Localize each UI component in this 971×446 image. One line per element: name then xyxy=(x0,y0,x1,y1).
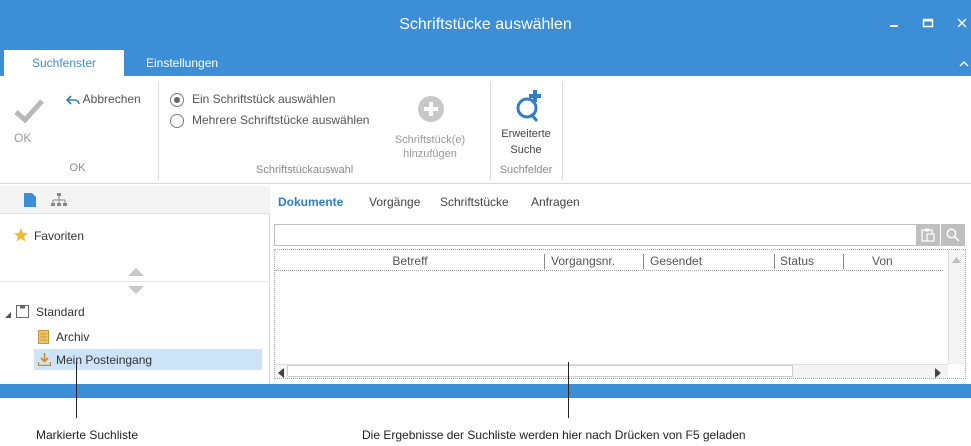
move-up-button[interactable] xyxy=(128,266,144,280)
hierarchy-icon xyxy=(51,193,67,206)
star-icon xyxy=(14,228,28,245)
extended-search-label-2: Suche xyxy=(510,144,542,156)
extended-search-label-1: Erweiterte xyxy=(501,128,551,140)
minimize-button[interactable] xyxy=(884,14,904,34)
inbox-icon xyxy=(37,353,52,369)
extended-search-button[interactable] xyxy=(513,88,545,127)
results-grid[interactable] xyxy=(274,249,966,379)
minimize-icon xyxy=(890,25,898,27)
annotation-selected-list: Markierte Suchliste xyxy=(36,428,139,442)
scroll-thumb[interactable] xyxy=(287,365,793,377)
tree-item-archive[interactable]: Archiv xyxy=(56,330,89,344)
favorites-item[interactable]: Favoriten xyxy=(34,229,84,243)
tree-item-inbox-label: Mein Posteingang xyxy=(56,353,153,367)
splitter[interactable] xyxy=(0,281,270,282)
scroll-right-icon[interactable] xyxy=(934,367,942,381)
scroll-up-icon[interactable] xyxy=(951,253,962,267)
column-header-betreff[interactable]: Betreff xyxy=(380,254,440,268)
column-header-von[interactable]: Von xyxy=(872,254,893,268)
expand-triangle-icon[interactable] xyxy=(4,308,12,322)
column-separator[interactable] xyxy=(843,254,844,269)
callout-line-left xyxy=(76,362,77,418)
archive-icon xyxy=(38,330,49,347)
search-input[interactable] xyxy=(274,224,924,246)
radio-single-label: Ein Schriftstück auswählen xyxy=(192,92,336,106)
tab-suchfenster[interactable]: Suchfenster xyxy=(4,50,124,76)
ribbon-separator xyxy=(158,82,159,180)
radio-multi-label: Mehrere Schriftstücke auswählen xyxy=(192,113,370,127)
collapse-ribbon-button[interactable] xyxy=(958,58,970,70)
group-label-searchfields: Suchfelder xyxy=(499,164,553,176)
group-label-ok: OK xyxy=(69,162,86,174)
ok-label: OK xyxy=(14,131,32,145)
add-documents-button[interactable] xyxy=(416,94,446,127)
chevron-up-icon xyxy=(959,61,969,67)
search-button[interactable] xyxy=(941,224,965,246)
tab-anfragen[interactable]: Anfragen xyxy=(531,195,580,209)
ribbon-separator xyxy=(562,82,563,180)
window-title: Schriftstücke auswählen xyxy=(399,16,572,33)
close-button[interactable] xyxy=(952,14,971,34)
status-bar xyxy=(0,384,971,398)
maximize-icon xyxy=(922,18,934,28)
annotation-results-f5: Die Ergebnisse der Suchliste werden hier… xyxy=(362,428,746,442)
column-separator[interactable] xyxy=(774,254,775,269)
document-icon-button[interactable] xyxy=(24,193,36,210)
ribbon-separator xyxy=(490,82,491,180)
column-separator[interactable] xyxy=(544,254,545,269)
tab-schriftstuecke[interactable]: Schriftstücke xyxy=(440,195,509,209)
tab-vorgaenge[interactable]: Vorgänge xyxy=(369,195,420,209)
undo-icon xyxy=(65,94,80,106)
callout-line-right xyxy=(568,362,569,418)
clipboard-icon xyxy=(921,228,935,242)
paste-button[interactable] xyxy=(916,224,940,246)
cancel-label: Abbrechen xyxy=(82,92,141,106)
cancel-button[interactable]: Abbrechen xyxy=(65,92,141,106)
search-list-toolbar xyxy=(0,186,270,214)
column-header-gesendet[interactable]: Gesendet xyxy=(650,254,702,268)
triangle-down-icon xyxy=(128,286,144,294)
checkmark-icon xyxy=(14,99,44,124)
move-down-button[interactable] xyxy=(128,284,144,298)
search-plus-icon xyxy=(516,90,541,122)
group-label-selection: Schriftstückauswahl xyxy=(256,164,354,176)
close-icon xyxy=(957,18,967,28)
column-header-status[interactable]: Status xyxy=(780,254,814,268)
vertical-scrollbar[interactable] xyxy=(948,250,965,364)
header-divider xyxy=(275,270,943,271)
dialog-window: Schriftstücke auswählen Suchfenster Eins… xyxy=(0,0,971,398)
scroll-left-icon[interactable] xyxy=(277,367,285,381)
tree-item-standard[interactable]: Standard xyxy=(36,305,85,319)
ok-button[interactable] xyxy=(12,96,46,127)
document-icon xyxy=(24,193,36,207)
column-separator[interactable] xyxy=(643,254,644,269)
radio-single-select[interactable] xyxy=(170,93,184,107)
add-documents-label-1: Schriftstück(e) xyxy=(394,134,466,146)
maximize-button[interactable] xyxy=(918,14,938,34)
column-header-vorgangsnr[interactable]: Vorgangsnr. xyxy=(551,254,615,268)
plus-circle-icon xyxy=(418,96,444,122)
search-icon xyxy=(946,228,960,242)
hierarchy-icon-button[interactable] xyxy=(51,193,67,210)
radio-multi-select[interactable] xyxy=(170,114,184,128)
triangle-up-icon xyxy=(128,268,144,276)
folder-icon xyxy=(16,305,29,321)
tab-einstellungen[interactable]: Einstellungen xyxy=(130,50,234,76)
tab-dokumente[interactable]: Dokumente xyxy=(278,195,343,209)
add-documents-label-2: hinzufügen xyxy=(403,148,457,160)
